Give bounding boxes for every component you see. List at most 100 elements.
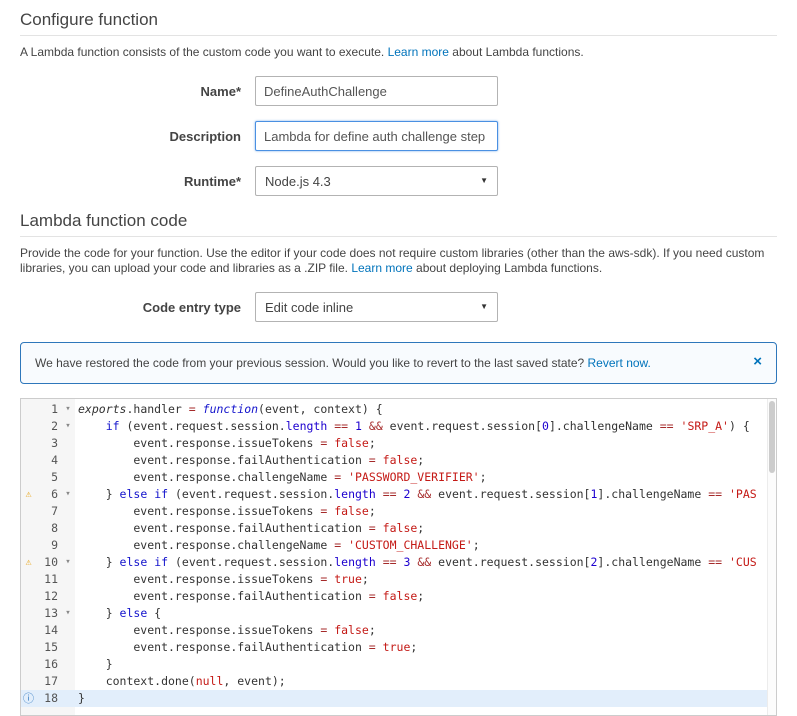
line-number: 10	[44, 555, 58, 569]
code-line[interactable]: 11 event.response.issueTokens = true;	[21, 571, 776, 588]
code-line[interactable]: 14 event.response.issueTokens = false;	[21, 622, 776, 639]
code-text[interactable]: }	[75, 690, 776, 707]
learn-more-link[interactable]: Learn more	[388, 45, 449, 59]
code-token: &&	[417, 487, 432, 501]
code-text[interactable]: event.response.challengeName = 'CUSTOM_C…	[75, 537, 776, 554]
page-title: Configure function	[20, 10, 158, 29]
code-line[interactable]: 4 event.response.failAuthentication = fa…	[21, 452, 776, 469]
divider	[20, 236, 777, 237]
code-section-description: Provide the code for your function. Use …	[20, 246, 777, 276]
code-line[interactable]: 7 event.response.issueTokens = false;	[21, 503, 776, 520]
code-editor[interactable]: 1 ▾ exports.handler = function(event, cont…	[20, 398, 777, 716]
code-text[interactable]: event.response.failAuthentication = true…	[75, 639, 776, 656]
code-text[interactable]: context.done(null, event);	[75, 673, 776, 690]
code-token: false	[334, 504, 369, 518]
code-editor-lines: 1 ▾ exports.handler = function(event, cont…	[21, 399, 776, 707]
code-text[interactable]: event.response.issueTokens = false;	[75, 435, 776, 452]
code-line[interactable]: 1 ▾ exports.handler = function(event, cont…	[21, 401, 776, 418]
code-line[interactable]: 13 ▾ } else {	[21, 605, 776, 622]
editor-scrollbar-thumb[interactable]	[769, 401, 775, 473]
line-number: 3	[51, 436, 58, 450]
name-input[interactable]	[255, 76, 498, 106]
code-token: 0	[542, 419, 549, 433]
code-text[interactable]: event.response.failAuthentication = fals…	[75, 452, 776, 469]
code-token: ].challengeName	[597, 487, 709, 501]
runtime-row: Runtime* Node.js 4.3 ▼	[20, 166, 777, 196]
lambda-configure-page: Configure function A Lambda function con…	[0, 0, 797, 716]
code-line[interactable]: ⓘ 18}	[21, 690, 776, 707]
code-token: 'PASSWORD_VERIFIER'	[348, 470, 480, 484]
fold-caret-icon[interactable]: ▾	[61, 486, 75, 503]
code-entry-type-label: Code entry type	[142, 299, 241, 315]
code-text[interactable]: event.response.challengeName = 'PASSWORD…	[75, 469, 776, 486]
code-section-description-tail: about deploying Lambda functions.	[416, 261, 603, 275]
runtime-select[interactable]: Node.js 4.3 ▼	[255, 166, 498, 196]
code-token: else	[119, 606, 148, 620]
code-entry-type-row: Code entry type Edit code inline ▼	[20, 292, 777, 322]
code-text[interactable]: exports.handler = function(event, contex…	[75, 401, 776, 418]
code-entry-type-select[interactable]: Edit code inline ▼	[255, 292, 498, 322]
code-line[interactable]: 15 event.response.failAuthentication = t…	[21, 639, 776, 656]
code-line[interactable]: ⚠ 10 ▾ } else if (event.request.session.le…	[21, 554, 776, 571]
fold-caret-icon[interactable]: ▾	[61, 418, 75, 435]
fold-caret-icon[interactable]: ▾	[61, 401, 75, 418]
revert-now-link[interactable]: Revert now.	[588, 356, 651, 370]
code-token: true	[334, 572, 362, 586]
close-icon[interactable]: ×	[743, 354, 762, 369]
code-line[interactable]: 8 event.response.failAuthentication = fa…	[21, 520, 776, 537]
code-token: ==	[708, 487, 723, 501]
code-token: event.response.failAuthentication	[78, 640, 369, 654]
code-token: }	[78, 606, 120, 620]
code-text[interactable]: }	[75, 656, 776, 673]
code-line[interactable]: 12 event.response.failAuthentication = f…	[21, 588, 776, 605]
code-text[interactable]: event.response.issueTokens = false;	[75, 503, 776, 520]
gutter-cell: 8	[21, 520, 75, 537]
code-token: null	[195, 674, 224, 688]
code-token: event.request.session[	[431, 487, 591, 501]
fold-caret-icon[interactable]: ▾	[61, 554, 75, 571]
code-text[interactable]: } else if (event.request.session.length …	[75, 554, 776, 571]
code-line[interactable]: 17 context.done(null, event);	[21, 673, 776, 690]
code-line[interactable]: 3 event.response.issueTokens = false;	[21, 435, 776, 452]
code-token: ;	[410, 640, 418, 654]
fold-caret-icon[interactable]: ▾	[61, 605, 75, 622]
runtime-label: Runtime*	[183, 173, 241, 189]
description-input[interactable]	[255, 121, 498, 151]
editor-scrollbar[interactable]	[767, 399, 776, 715]
code-section-title: Lambda function code	[20, 211, 188, 230]
name-row: Name*	[20, 76, 777, 106]
code-line[interactable]: ⚠ 6 ▾ } else if (event.request.session.len…	[21, 486, 776, 503]
code-line[interactable]: 2 ▾ if (event.request.session.length == 1…	[21, 418, 776, 435]
code-text[interactable]: } else if (event.request.session.length …	[75, 486, 776, 503]
code-text[interactable]: event.response.issueTokens = true;	[75, 571, 776, 588]
code-token: event.response.issueTokens	[78, 623, 321, 637]
code-entry-type-value: Edit code inline	[265, 299, 354, 315]
code-line[interactable]: 5 event.response.challengeName = 'PASSWO…	[21, 469, 776, 486]
code-text[interactable]: event.response.failAuthentication = fals…	[75, 588, 776, 605]
learn-more-deploy-link[interactable]: Learn more	[351, 261, 412, 275]
gutter-cell: ⚠ 6 ▾	[21, 486, 75, 503]
code-text[interactable]: event.response.issueTokens = false;	[75, 622, 776, 639]
code-text[interactable]: event.response.failAuthentication = fals…	[75, 520, 776, 537]
code-token: length	[285, 419, 328, 433]
line-number: 15	[44, 640, 58, 654]
code-line[interactable]: 9 event.response.challengeName = 'CUSTOM…	[21, 537, 776, 554]
code-token: false	[334, 436, 369, 450]
code-text[interactable]: if (event.request.session.length == 1 &&…	[75, 418, 776, 435]
code-token: event.response.failAuthentication	[78, 589, 369, 603]
code-line[interactable]: 16 }	[21, 656, 776, 673]
marker-spacer	[21, 639, 36, 656]
line-number: 14	[44, 623, 58, 637]
code-token: =	[188, 402, 196, 416]
marker-spacer	[21, 520, 36, 537]
code-text[interactable]: } else {	[75, 605, 776, 622]
